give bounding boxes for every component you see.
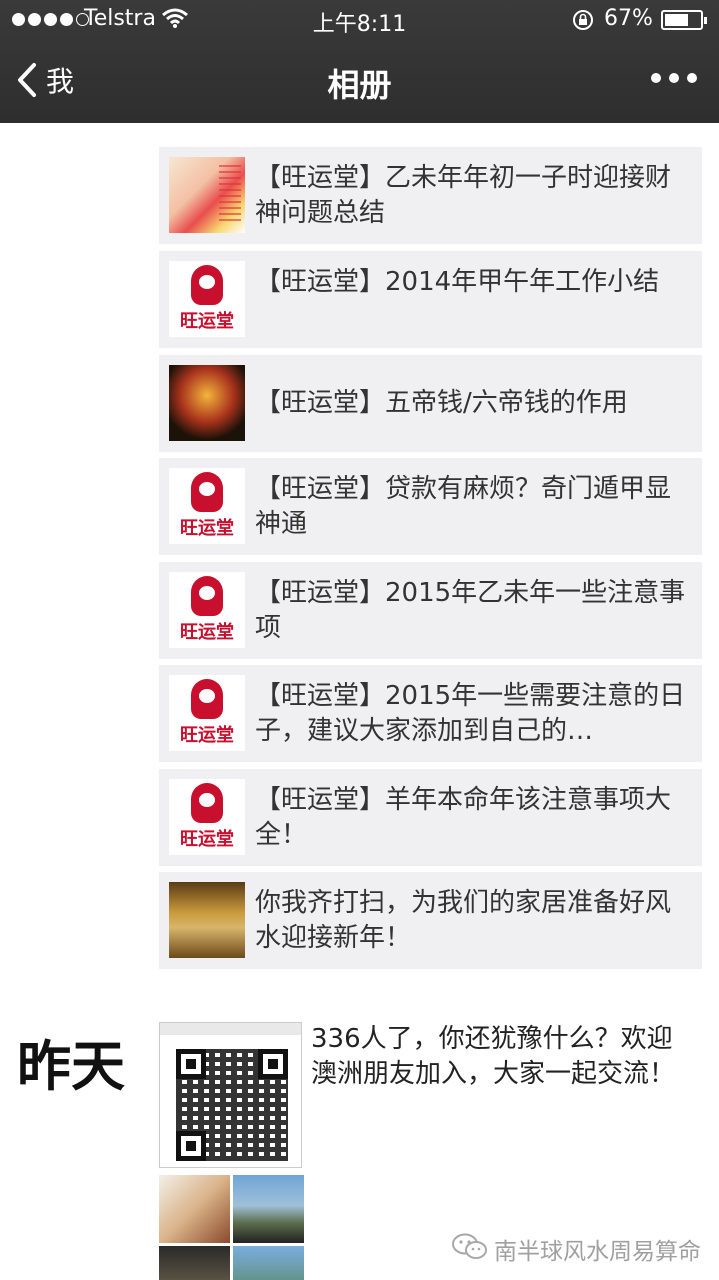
more-dots-icon[interactable] bbox=[651, 73, 697, 83]
date-label-yesterday: 昨天 bbox=[17, 1035, 125, 1098]
article-title: 【旺运堂】2014年甲午年工作小结 bbox=[255, 267, 660, 297]
list-item[interactable]: 旺运堂 【旺运堂】羊年本命年该注意事项大全！ bbox=[159, 769, 702, 866]
list-item[interactable]: 旺运堂 【旺运堂】2015年乙未年一些注意事项 bbox=[159, 562, 702, 659]
qr-code-image[interactable] bbox=[159, 1022, 302, 1168]
logo-text: 旺运堂 bbox=[180, 622, 234, 643]
wangyuntang-logo-thumbnail: 旺运堂 bbox=[169, 779, 245, 855]
list-item[interactable]: 旺运堂 【旺运堂】2015年一些需要注意的日子，建议大家添加到自己的… bbox=[159, 665, 702, 762]
logo-text: 旺运堂 bbox=[180, 829, 234, 850]
list-item[interactable]: 你我齐打扫，为我们的家居准备好风水迎接新年！ bbox=[159, 872, 702, 969]
article-title: 【旺运堂】2015年乙未年一些注意事项 bbox=[255, 578, 686, 643]
photo-thumbnail[interactable] bbox=[233, 1246, 304, 1280]
photo-thumbnail[interactable] bbox=[159, 1246, 230, 1280]
logo-text: 旺运堂 bbox=[180, 311, 234, 332]
watermark-text: 南半球风水周易算命 bbox=[494, 1239, 701, 1265]
wechat-icon bbox=[452, 1233, 488, 1265]
watermark: 南半球风水周易算命 bbox=[452, 1232, 701, 1266]
article-title: 【旺运堂】乙未年年初一子时迎接财神问题总结 bbox=[255, 163, 672, 228]
photo-thumbnail[interactable] bbox=[159, 1175, 230, 1243]
list-item[interactable]: 旺运堂 【旺运堂】2014年甲午年工作小结 bbox=[159, 251, 702, 348]
room-photo-thumbnail bbox=[169, 882, 245, 958]
article-title: 【旺运堂】2015年一些需要注意的日子，建议大家添加到自己的… bbox=[255, 681, 686, 746]
coins-photo-thumbnail bbox=[169, 365, 245, 441]
list-item[interactable]: 【旺运堂】乙未年年初一子时迎接财神问题总结 bbox=[159, 147, 702, 244]
list-item[interactable]: 【旺运堂】五帝钱/六帝钱的作用 bbox=[159, 355, 702, 452]
navigation-bar: 我 相册 bbox=[0, 40, 719, 123]
rotation-lock-icon bbox=[571, 8, 595, 36]
article-title: 【旺运堂】羊年本命年该注意事项大全！ bbox=[255, 785, 672, 850]
post-text[interactable]: 336人了，你还犹豫什么？欢迎澳洲朋友加入，大家一起交流！ bbox=[311, 1022, 691, 1092]
logo-text: 旺运堂 bbox=[180, 518, 234, 539]
wangyuntang-logo-thumbnail: 旺运堂 bbox=[169, 572, 245, 648]
wangyuntang-logo-thumbnail: 旺运堂 bbox=[169, 468, 245, 544]
top-bar: Telstra 上午8:11 67% 我 相册 bbox=[0, 0, 719, 123]
status-bar: Telstra 上午8:11 67% bbox=[0, 0, 719, 40]
battery-icon bbox=[661, 10, 707, 30]
page-title: 相册 bbox=[327, 66, 392, 104]
deity-poster-thumbnail bbox=[169, 157, 245, 233]
article-title: 【旺运堂】贷款有麻烦？奇门遁甲显神通 bbox=[255, 474, 672, 539]
article-title: 【旺运堂】五帝钱/六帝钱的作用 bbox=[255, 388, 628, 418]
article-title: 你我齐打扫，为我们的家居准备好风水迎接新年！ bbox=[255, 888, 672, 953]
logo-text: 旺运堂 bbox=[180, 725, 234, 746]
photo-thumbnail[interactable] bbox=[233, 1175, 304, 1243]
list-item[interactable]: 旺运堂 【旺运堂】贷款有麻烦？奇门遁甲显神通 bbox=[159, 458, 702, 555]
photo-grid bbox=[159, 1175, 304, 1280]
wangyuntang-logo-thumbnail: 旺运堂 bbox=[169, 261, 245, 337]
wangyuntang-logo-thumbnail: 旺运堂 bbox=[169, 675, 245, 751]
battery-percent: 67% bbox=[604, 6, 653, 31]
